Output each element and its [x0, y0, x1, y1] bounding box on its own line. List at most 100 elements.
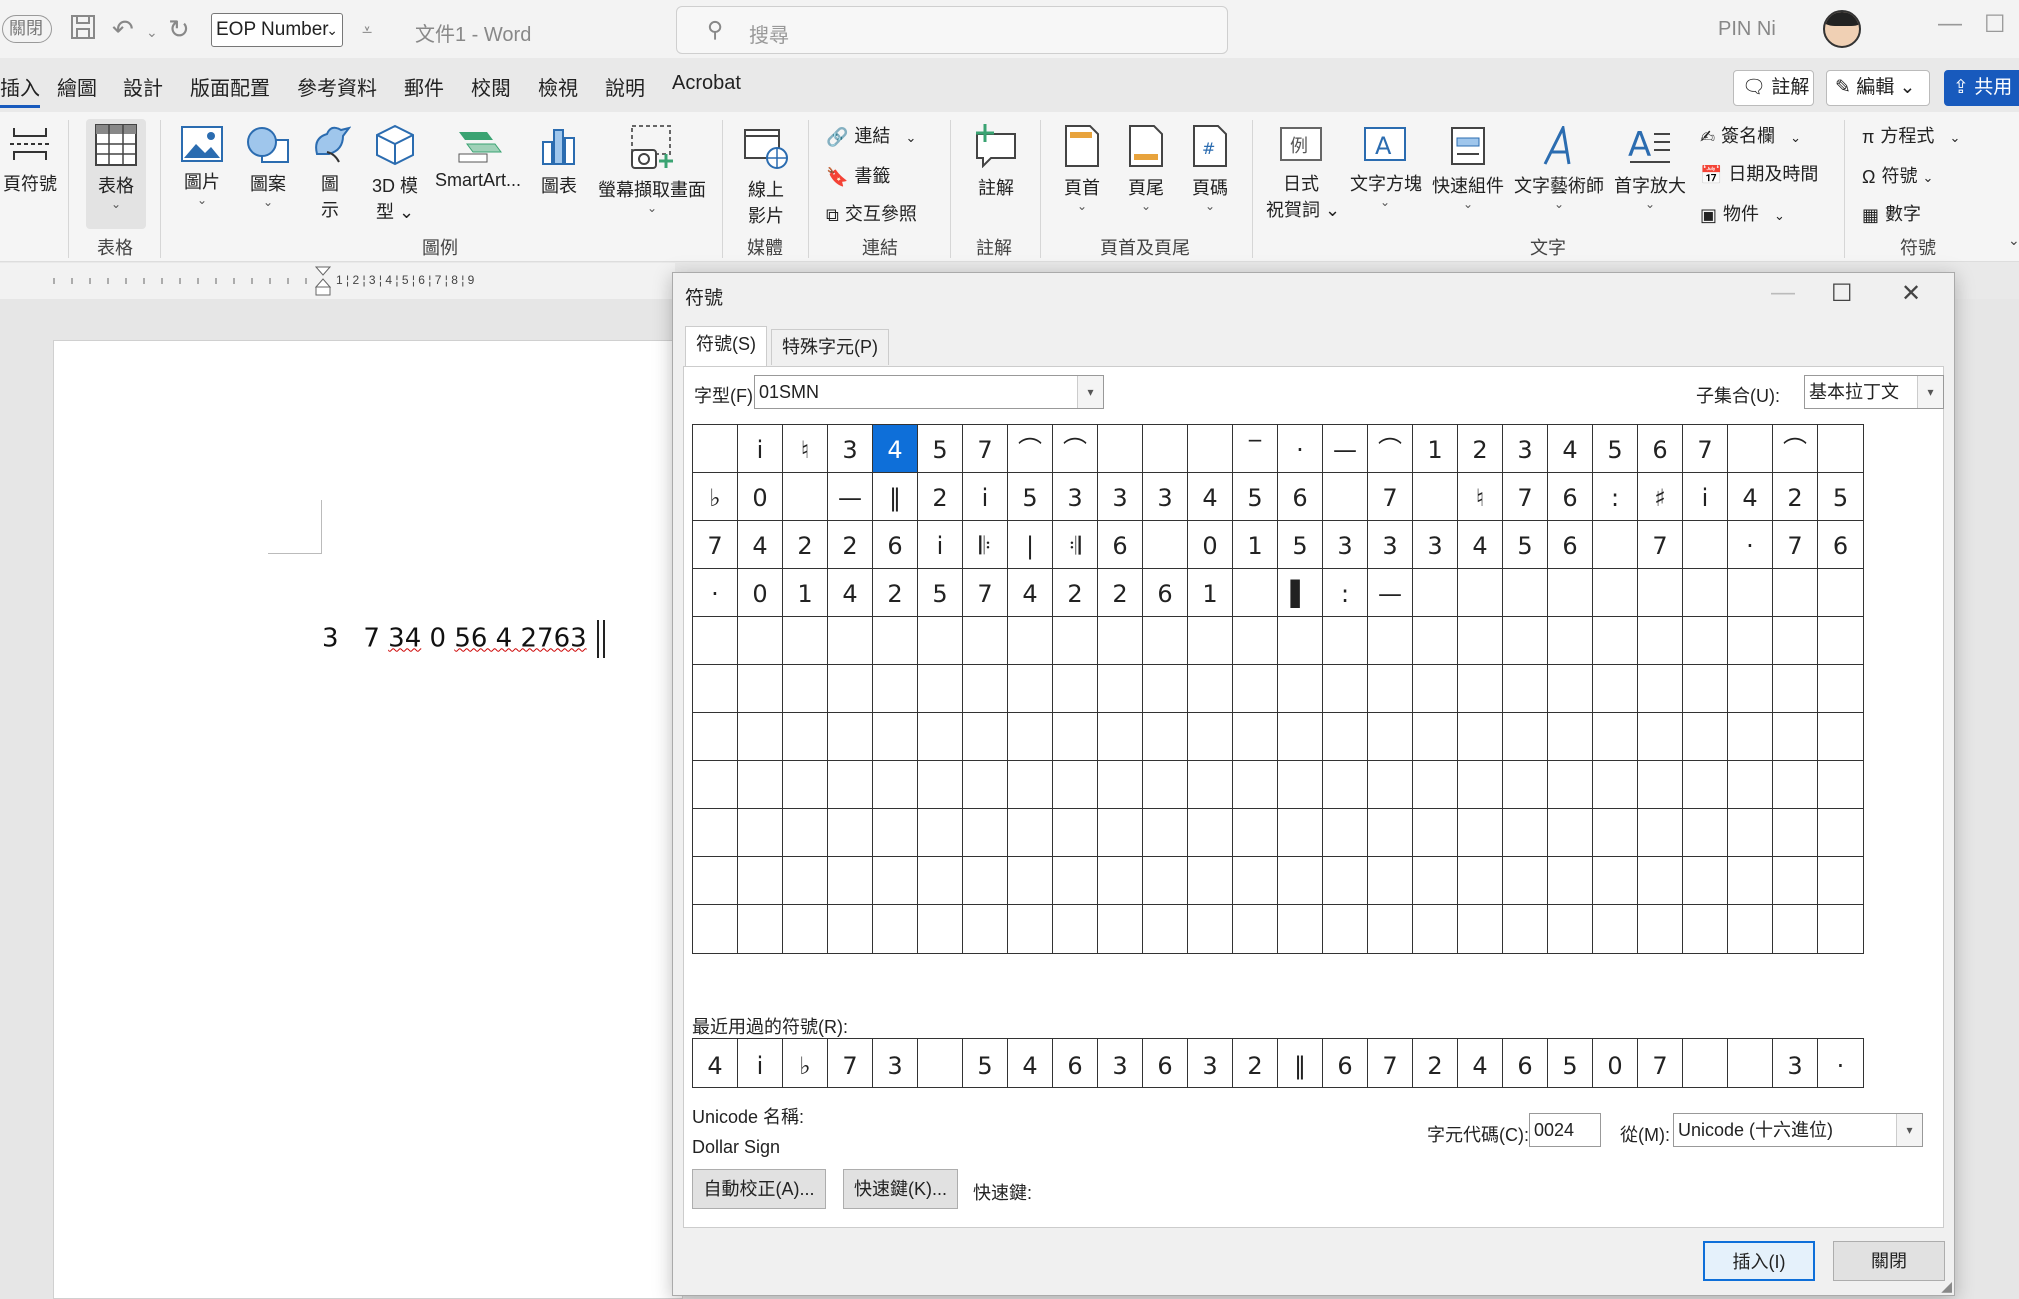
symbol-cell[interactable] [1233, 665, 1278, 713]
recent-symbol-cell[interactable]: 6 [1143, 1039, 1188, 1087]
3d-models-button[interactable]: 3D 模型 ⌄ [366, 124, 424, 224]
symbol-cell[interactable]: 0 [738, 473, 783, 521]
symbol-cell[interactable] [1323, 905, 1368, 953]
icons-button[interactable]: 圖示 [306, 124, 354, 222]
symbol-cell[interactable] [1458, 665, 1503, 713]
symbol-cell[interactable] [1548, 665, 1593, 713]
symbol-cell[interactable] [1638, 857, 1683, 905]
shortcut-key-button[interactable]: 快速鍵(K)... [843, 1169, 958, 1209]
autosave-toggle[interactable]: 關閉 [2, 15, 52, 43]
symbol-cell[interactable]: 1 [1188, 569, 1233, 617]
maximize-icon[interactable]: ☐ [1984, 10, 2006, 39]
symbol-cell[interactable] [1233, 905, 1278, 953]
symbol-cell[interactable]: 2 [918, 473, 963, 521]
symbol-cell[interactable] [1188, 857, 1233, 905]
recent-symbol-cell[interactable]: 3 [1773, 1039, 1818, 1087]
close-button[interactable]: 關閉 [1833, 1241, 1945, 1281]
symbol-cell[interactable] [1413, 905, 1458, 953]
symbol-cell[interactable]: 2 [783, 521, 828, 569]
symbol-cell[interactable] [1188, 713, 1233, 761]
symbol-cell[interactable] [1098, 809, 1143, 857]
undo-icon[interactable]: ↶ [112, 14, 134, 45]
recent-symbol-cell[interactable]: 4 [1458, 1039, 1503, 1087]
cross-reference-button[interactable]: ⧉ 交互參照 [826, 200, 917, 226]
symbol-cell[interactable] [1548, 713, 1593, 761]
symbol-cell[interactable] [1053, 857, 1098, 905]
symbol-cell[interactable] [1368, 761, 1413, 809]
symbol-cell[interactable]: 7 [1773, 521, 1818, 569]
symbol-cell[interactable] [873, 713, 918, 761]
minimize-icon[interactable]: — [1938, 10, 1962, 38]
symbol-cell[interactable] [1233, 761, 1278, 809]
symbol-cell[interactable] [828, 617, 873, 665]
symbol-cell[interactable] [1683, 665, 1728, 713]
symbol-cell[interactable]: 7 [963, 425, 1008, 473]
symbol-cell[interactable] [963, 905, 1008, 953]
symbol-cell[interactable] [1683, 809, 1728, 857]
tab-insert[interactable]: 插入 [0, 72, 40, 108]
symbol-cell[interactable] [783, 761, 828, 809]
symbol-cell[interactable] [1413, 857, 1458, 905]
font-select[interactable]: 01SMN ▾ [754, 375, 1104, 409]
symbol-cell[interactable] [1278, 857, 1323, 905]
symbol-cell[interactable] [1593, 857, 1638, 905]
resize-grip-icon[interactable]: ◢ [1941, 1278, 1952, 1295]
horizontal-ruler[interactable]: 1 ¦ 2 ¦ 3 ¦ 4 ¦ 5 ¦ 6 ¦ 7 ¦ 8 ¦ 9 [0, 263, 675, 299]
symbol-cell[interactable]: 2 [873, 569, 918, 617]
symbol-cell[interactable]: 4 [1188, 473, 1233, 521]
tab-references[interactable]: 參考資料 [297, 72, 377, 101]
symbol-cell[interactable] [1323, 809, 1368, 857]
autocorrect-button[interactable]: 自動校正(A)... [692, 1169, 826, 1209]
symbol-cell[interactable] [693, 905, 738, 953]
symbol-cell[interactable] [1503, 857, 1548, 905]
symbol-cell[interactable]: 4 [1548, 425, 1593, 473]
symbol-cell[interactable]: 7 [1368, 473, 1413, 521]
symbol-cell[interactable]: 3 [1143, 473, 1188, 521]
tab-design[interactable]: 設計 [123, 72, 163, 101]
symbol-cell[interactable]: · [1728, 521, 1773, 569]
tab-draw[interactable]: 繪圖 [57, 72, 97, 101]
symbol-cell[interactable] [1773, 905, 1818, 953]
symbol-cell[interactable] [1368, 809, 1413, 857]
recent-symbol-cell[interactable]: 7 [1368, 1039, 1413, 1087]
symbol-cell[interactable]: 6 [1278, 473, 1323, 521]
quick-parts-button[interactable]: 快速組件 ⌄ [1432, 126, 1504, 210]
symbol-cell[interactable]: ▌ [1278, 569, 1323, 617]
symbol-cell[interactable]: i [963, 473, 1008, 521]
tab-view[interactable]: 檢視 [538, 72, 578, 101]
symbol-cell[interactable] [1638, 761, 1683, 809]
symbol-cell[interactable] [783, 857, 828, 905]
symbol-cell[interactable] [1503, 569, 1548, 617]
symbol-cell[interactable] [1503, 809, 1548, 857]
symbol-cell[interactable]: i [1683, 473, 1728, 521]
symbol-cell[interactable]: 3 [828, 425, 873, 473]
symbol-cell[interactable] [1728, 569, 1773, 617]
symbol-cell[interactable]: 7 [963, 569, 1008, 617]
share-button[interactable]: ⇪ 共用 [1944, 70, 2019, 106]
wordart-button[interactable]: 文字藝術師 ⌄ [1514, 126, 1604, 210]
save-icon[interactable] [70, 14, 96, 47]
symbol-cell[interactable] [1143, 521, 1188, 569]
avatar[interactable] [1823, 10, 1861, 48]
symbol-cell[interactable] [1053, 761, 1098, 809]
symbol-cell[interactable] [1458, 761, 1503, 809]
symbol-cell[interactable] [1413, 713, 1458, 761]
symbol-cell[interactable] [783, 473, 828, 521]
symbol-cell[interactable] [1683, 713, 1728, 761]
symbol-cell[interactable] [963, 761, 1008, 809]
symbol-cell[interactable] [1683, 857, 1728, 905]
symbol-cell[interactable]: 5 [1008, 473, 1053, 521]
symbol-cell[interactable] [828, 809, 873, 857]
symbol-cell[interactable]: 5 [918, 425, 963, 473]
text-box-button[interactable]: A 文字方塊 ⌄ [1350, 126, 1422, 208]
symbol-cell[interactable] [1683, 617, 1728, 665]
dialog-close-icon[interactable]: ✕ [1901, 279, 1921, 308]
dialog-minimize-icon[interactable]: — [1771, 279, 1795, 307]
screenshot-button[interactable]: 螢幕擷取畫面 ⌄ [596, 124, 708, 214]
symbol-cell[interactable] [1053, 713, 1098, 761]
recent-symbol-cell[interactable]: 6 [1323, 1039, 1368, 1087]
symbol-cell[interactable] [1233, 713, 1278, 761]
symbol-cell[interactable] [1368, 905, 1413, 953]
symbol-cell[interactable] [1638, 569, 1683, 617]
symbol-cell[interactable] [1323, 713, 1368, 761]
